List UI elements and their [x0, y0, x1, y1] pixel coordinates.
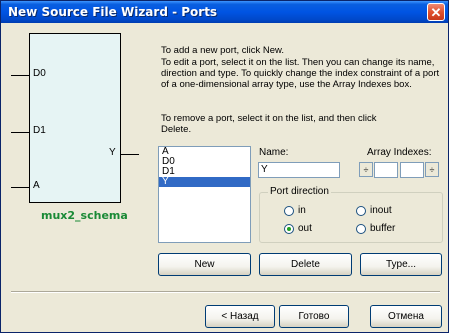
pin-line-d1 [11, 132, 29, 133]
name-input[interactable]: Y [258, 162, 340, 178]
port-list-item-selected[interactable]: Y [159, 177, 250, 187]
array-index-from-input[interactable] [374, 162, 398, 178]
radio-inout-icon [356, 205, 366, 216]
close-button[interactable]: ✕ [427, 3, 445, 21]
radio-in-label: in [298, 205, 306, 216]
pin-label-y: Y [109, 147, 116, 158]
new-button[interactable]: New [158, 253, 251, 276]
instruction-add: To add a new port, click New. [161, 45, 285, 56]
port-direction-title: Port direction [268, 186, 331, 197]
instruction-remove: To remove a port, select it on the list,… [161, 113, 377, 135]
array-index-from-spinner[interactable]: ÷ [359, 162, 373, 177]
radio-out[interactable]: out [284, 223, 312, 234]
divider [11, 291, 440, 293]
spin-arrows-icon: ÷ [429, 164, 435, 175]
pin-line-a [11, 187, 29, 188]
radio-in[interactable]: in [284, 205, 306, 216]
array-index-to-input[interactable] [400, 162, 424, 178]
radio-inout[interactable]: inout [356, 205, 392, 216]
pin-line-y [121, 154, 139, 155]
radio-inout-label: inout [370, 205, 392, 216]
name-label: Name: [259, 147, 289, 158]
schematic-box [29, 33, 121, 203]
port-direction-group: Port direction in inout out buffer [259, 186, 443, 243]
radio-buffer[interactable]: buffer [356, 223, 395, 234]
cancel-button[interactable]: Отмена [370, 305, 442, 328]
schematic-name: mux2_schema [41, 209, 128, 222]
port-list-item[interactable]: D1 [159, 167, 250, 177]
wizard-window: New Source File Wizard - Ports ✕ D0 D1 A… [0, 0, 449, 333]
title-bar[interactable]: New Source File Wizard - Ports ✕ [1, 1, 448, 23]
radio-out-label: out [298, 223, 312, 234]
instruction-edit: To edit a port, select it on the list. T… [161, 57, 440, 90]
back-button[interactable]: < Назад [205, 305, 275, 328]
pin-label-a: A [33, 180, 40, 191]
pin-line-d0 [11, 75, 29, 76]
pin-label-d0: D0 [33, 68, 46, 79]
radio-in-icon [284, 205, 294, 216]
port-listbox[interactable]: A D0 D1 Y [158, 146, 251, 243]
spin-arrows-icon: ÷ [363, 164, 369, 175]
array-indexes-label: Array Indexes: [367, 147, 432, 158]
array-index-to-spinner[interactable]: ÷ [425, 162, 439, 177]
type-button[interactable]: Type... [360, 253, 442, 276]
window-title: New Source File Wizard - Ports [8, 5, 218, 19]
radio-buffer-icon [356, 223, 366, 234]
close-icon: ✕ [430, 4, 442, 20]
delete-button[interactable]: Delete [259, 253, 352, 276]
radio-buffer-label: buffer [370, 223, 396, 234]
radio-out-selected-icon [284, 223, 294, 234]
finish-button[interactable]: Готово [279, 305, 349, 328]
pin-label-d1: D1 [33, 125, 46, 136]
